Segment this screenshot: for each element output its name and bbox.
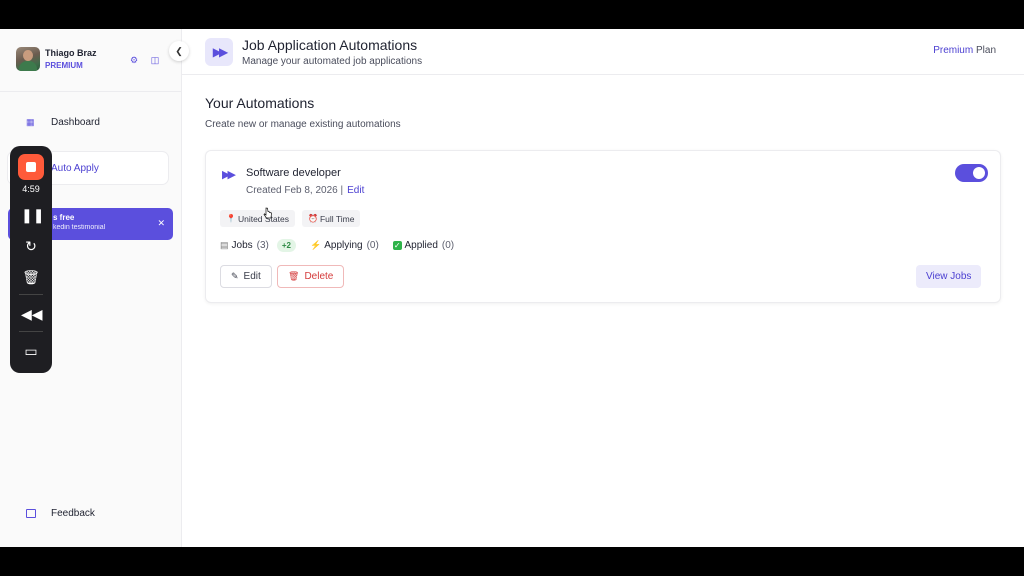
pause-button[interactable]: ❚❚ [21,206,45,224]
stop-recording-button[interactable] [18,154,44,180]
chevron-left-icon: ❮ [175,45,183,56]
panel-toggle-icon[interactable]: ◫ [150,55,160,65]
stop-icon [26,162,36,172]
pause-icon: ❚❚ [21,207,45,223]
section-title: Your Automations [205,95,315,111]
pin-icon: 📍 [226,214,236,223]
message-icon [26,509,36,518]
rewind-icon: ◀◀ [21,306,43,322]
location-tag: 📍 United States [220,210,295,227]
tag-label: Full Time [319,213,355,224]
user-profile[interactable]: Thiago Braz PREMIUM [16,47,97,71]
promo-subtitle: kedin testimonial [53,224,106,231]
check-icon: ✓ [392,241,402,250]
fast-forward-icon: ▶▶ [205,38,233,66]
plan-indicator[interactable]: Premium Plan [933,45,996,56]
camera-button[interactable]: ▭ [21,342,41,360]
stat-label: Applying [324,240,363,251]
stat-count: (0) [366,240,379,251]
automation-card: ▶▶ Software developer Created Feb 8, 202… [205,150,1001,303]
app-frame: Thiago Braz PREMIUM ⚙ ◫ ▦ Dashboard Auto… [0,29,1024,547]
feedback-link[interactable]: Feedback [26,508,95,519]
grid-icon: ▦ [26,116,35,127]
created-date: Created Feb 8, 2026 | [246,185,344,196]
rewind-button[interactable]: ◀◀ [21,305,43,323]
camera-icon: ▭ [24,343,38,359]
user-plan-badge: PREMIUM [45,61,83,70]
button-label: Edit [243,271,261,282]
automation-title: Software developer [246,167,341,179]
collapse-sidebar-button[interactable]: ❮ [169,41,189,61]
page-title: Job Application Automations [242,37,418,53]
page-subtitle: Manage your automated job applications [242,56,423,67]
settings-icon[interactable]: ⚙ [129,55,139,65]
divider [19,294,43,295]
fast-forward-icon: ▶▶ [222,169,236,181]
recording-timer: 4:59 [22,184,40,194]
section-subtitle: Create new or manage existing automation… [205,119,401,130]
avatar [16,47,40,71]
screen-recorder-toolbar: 4:59 ❚❚ ↻ 🗑 ◀◀ ▭ [10,146,52,373]
automation-toggle[interactable] [955,164,988,182]
sidebar-item-label: Dashboard [51,116,100,128]
plan-name: Premium [933,45,974,56]
document-icon: ▤ [220,240,229,250]
close-icon[interactable]: ✕ [157,218,165,229]
sidebar-item-dashboard[interactable]: ▦ Dashboard [8,106,168,138]
edit-link[interactable]: Edit [347,185,364,196]
restart-button[interactable]: ↻ [21,237,41,255]
jobs-stat[interactable]: ▤ Jobs (3) +2 [220,239,296,252]
user-name: Thiago Braz [45,48,97,58]
applied-stat[interactable]: ✓ Applied (0) [392,240,455,251]
delete-button[interactable]: 🗑 Delete [277,265,345,288]
edit-button[interactable]: ✎ Edit [220,265,272,288]
mouse-cursor-icon [263,207,272,219]
automation-meta: Created Feb 8, 2026 | Edit [246,185,364,196]
feedback-label: Feedback [51,508,95,519]
delete-recording-button[interactable]: 🗑 [21,268,41,286]
applying-stat[interactable]: ⚡ Applying (0) [310,240,379,251]
trash-icon: 🗑 [288,271,300,281]
alarm-icon: ⏰ [308,214,318,223]
view-jobs-button[interactable]: View Jobs [916,265,982,288]
automation-stats: ▤ Jobs (3) +2 ⚡ Applying (0) ✓ Applied (… [220,239,468,252]
divider [19,331,43,332]
stat-label: Applied [404,240,438,251]
new-jobs-badge: +2 [276,239,296,252]
restart-icon: ↻ [25,238,37,254]
job-type-tag: ⏰ Full Time [302,210,361,227]
page-header: ▶▶ Job Application Automations Manage yo… [182,29,1024,75]
plan-suffix: Plan [975,45,996,56]
button-label: Delete [304,271,334,282]
promo-title: s free [53,213,75,222]
button-label: View Jobs [926,271,972,282]
lightning-icon: ⚡ [310,240,322,250]
trash-icon: 🗑 [22,269,40,285]
stat-count: (0) [441,240,455,251]
stat-label: Jobs [231,240,253,251]
sidebar-item-label: Auto Apply [51,162,99,174]
stat-count: (3) [256,240,269,251]
divider [0,91,182,92]
pencil-icon: ✎ [231,271,239,281]
